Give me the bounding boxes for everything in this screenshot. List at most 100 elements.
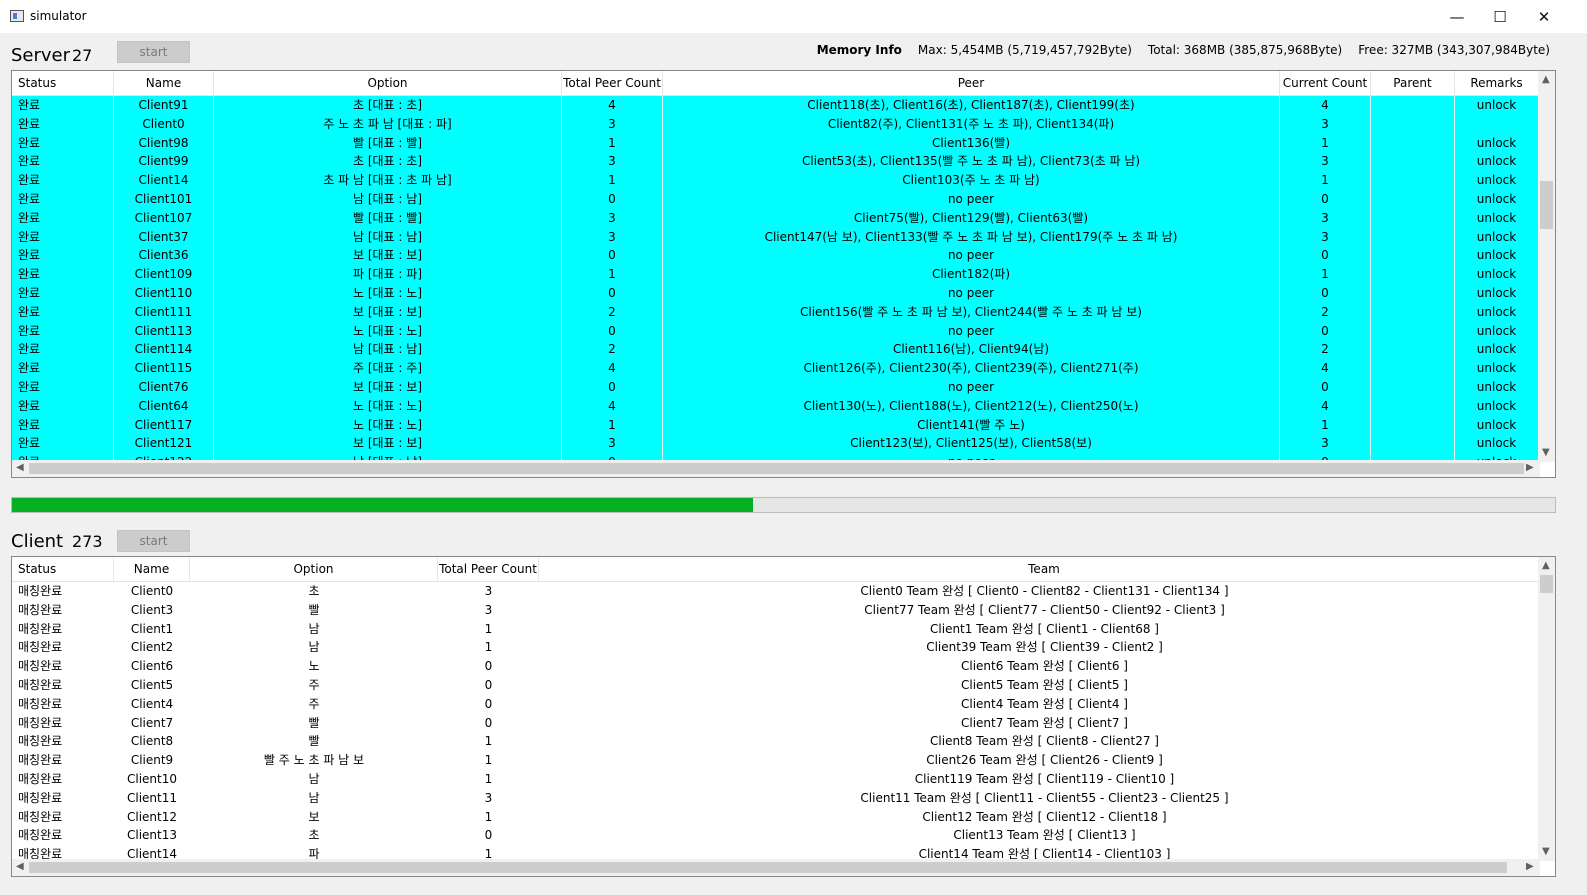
table-row[interactable]: 완료 Client99 초 [대표 : 초] 3 Client53(초), Client… [12,152,1539,172]
table-row[interactable]: 완료 Client107 빨 [대표 : 빨] 3 Client75(빨), Clien… [12,208,1539,228]
client-col-header[interactable]: Status [12,557,114,581]
table-row[interactable]: 완료 Client76 보 [대표 : 보] 0 no peer 0 unlock [12,377,1539,397]
table-cell: 초 [대표 : 초] [214,96,562,115]
table-cell: 초 [대표 : 초] [214,152,562,172]
table-cell: 노 [대표 : 노] [214,321,562,341]
table-cell: unlock [1455,152,1539,172]
client-vscroll-thumb[interactable] [1540,575,1553,593]
server-col-header[interactable]: Peer [663,71,1280,95]
table-row[interactable]: 매칭완료 Client10 남 1 Client119 Team 완성 [ Client… [12,770,1550,789]
server-col-header[interactable]: Option [214,71,562,95]
server-vertical-scrollbar[interactable]: ▲ ▼ [1538,71,1555,462]
table-cell: 완료 [12,321,114,341]
table-cell: 남 [대표 : 남] [214,340,562,360]
server-col-header[interactable]: Remarks [1455,71,1539,95]
table-cell: 2 [562,302,663,322]
table-row[interactable]: 매칭완료 Client7 빨 0 Client7 Team 완성 [ Client7 ] [12,714,1550,733]
table-cell: 0 [1280,189,1371,209]
client-table[interactable]: Status Name Option Total Peer Count Team 매칭완… [11,556,1556,877]
table-row[interactable]: 매칭완료 Client3 빨 3 Client77 Team 완성 [ Client77… [12,601,1550,620]
client-start-button[interactable]: start [117,530,190,552]
close-button[interactable]: ✕ [1521,0,1567,33]
scroll-left-icon[interactable]: ◀ [16,861,24,872]
table-cell: Client4 Team 완성 [ Client4 ] [961,696,1128,711]
table-cell: Client113 [114,321,214,341]
maximize-button[interactable]: ☐ [1477,0,1523,33]
table-row[interactable]: 매칭완료 Client8 빨 1 Client8 Team 완성 [ Client8 -… [12,732,1550,751]
client-col-header[interactable]: Total Peer Count [438,557,539,581]
table-cell: 3 [562,208,663,228]
table-cell: unlock [1455,340,1539,360]
client-vertical-scrollbar[interactable]: ▲ ▼ [1538,557,1555,861]
table-cell: 1 [1280,171,1371,190]
table-row[interactable]: 완료 Client113 노 [대표 : 노] 0 no peer 0 unlock [12,321,1539,341]
scroll-right-icon[interactable]: ▶ [1526,462,1534,473]
table-row[interactable]: 매칭완료 Client12 보 1 Client12 Team 완성 [ Client1… [12,808,1550,827]
table-row[interactable]: 매칭완료 Client13 초 0 Client13 Team 완성 [ Client1… [12,826,1550,845]
table-row[interactable]: 완료 Client121 보 [대표 : 보] 3 Client123(보), Clie… [12,434,1539,454]
table-row[interactable]: 완료 Client101 남 [대표 : 남] 0 no peer 0 unlock [12,189,1539,209]
table-row[interactable]: 완료 Client91 초 [대표 : 초] 4 Client118(초), Clien… [12,96,1539,115]
table-cell: 남 [대표 : 남] [214,227,562,247]
table-row[interactable]: 완료 Client110 노 [대표 : 노] 0 no peer 0 unlock [12,283,1539,303]
client-col-header[interactable]: Name [114,557,190,581]
client-col-header[interactable]: Option [190,557,438,581]
server-hscroll-thumb[interactable] [29,463,1524,474]
scroll-left-icon[interactable]: ◀ [16,462,24,473]
table-row[interactable]: 매칭완료 Client11 남 3 Client11 Team 완성 [ Client1… [12,789,1550,808]
server-start-button[interactable]: start [117,41,190,63]
server-col-header[interactable]: Total Peer Count [562,71,663,95]
table-cell: 3 [484,602,493,617]
table-cell: Client2 [130,640,174,655]
client-hscroll-thumb[interactable] [29,862,1507,873]
table-row[interactable]: 완료 Client98 빨 [대표 : 빨] 1 Client136(빨) 1 unlock [12,133,1539,153]
table-cell: Client13 Team 완성 [ Client13 ] [953,828,1136,843]
scroll-down-icon[interactable]: ▼ [1542,846,1550,857]
server-col-header[interactable]: Name [114,71,214,95]
table-row[interactable]: 완료 Client36 보 [대표 : 보] 0 no peer 0 unlock [12,246,1539,266]
table-cell: 매칭완료 [18,828,63,843]
minimize-button[interactable]: — [1434,0,1480,33]
table-row[interactable]: 매칭완료 Client6 노 0 Client6 Team 완성 [ Client6 ] [12,657,1550,676]
table-row[interactable]: 매칭완료 Client0 초 3 Client0 Team 완성 [ Client0 -… [12,582,1550,601]
table-cell: Client26 Team 완성 [ Client26 - Client9 ] [926,753,1163,768]
table-cell: Client0 [130,584,174,598]
table-cell: 남 [308,621,320,636]
table-cell: 매칭완료 [18,584,63,598]
table-cell: Client6 [130,659,174,674]
client-horizontal-scrollbar[interactable]: ◀ ▶ [12,859,1540,876]
table-row[interactable]: 완료 Client0 주 노 초 파 남 [대표 : 파] 3 Client82(주),… [12,114,1539,134]
table-row[interactable]: 매칭완료 Client5 주 0 Client5 Team 완성 [ Client5 ] [12,676,1550,695]
table-row[interactable]: 완료 Client37 남 [대표 : 남] 3 Client147(남 보), Cli… [12,227,1539,247]
table-cell: 4 [1280,96,1371,115]
client-col-header[interactable]: Team [539,557,1550,581]
table-cell: 노 [대표 : 노] [214,396,562,416]
server-vscroll-thumb[interactable] [1540,181,1553,229]
server-table[interactable]: Status Name Option Total Peer Count Peer Curr… [11,70,1556,478]
table-row[interactable]: 매칭완료 Client1 남 1 Client1 Team 완성 [ Client1 -… [12,620,1550,639]
scroll-up-icon[interactable]: ▲ [1542,560,1550,571]
table-cell [1371,114,1455,134]
server-col-header[interactable]: Parent [1371,71,1455,95]
scroll-right-icon[interactable]: ▶ [1526,861,1534,872]
server-col-header[interactable]: Status [12,71,114,95]
table-cell: 빨 [대표 : 빨] [214,208,562,228]
table-cell: 4 [1280,359,1371,378]
server-col-header[interactable]: Current Count [1280,71,1371,95]
table-row[interactable]: 완료 Client111 보 [대표 : 보] 2 Client156(빨 주 노 초 … [12,302,1539,322]
table-row[interactable]: 완료 Client14 초 파 남 [대표 : 초 파 남] 1 Client103(주… [12,171,1539,190]
table-cell: Client4 [130,696,174,711]
table-cell: 보 [대표 : 보] [214,246,562,266]
table-row[interactable]: 완료 Client64 노 [대표 : 노] 4 Client130(노), Clien… [12,396,1539,416]
scroll-up-icon[interactable]: ▲ [1542,74,1550,85]
table-row[interactable]: 완료 Client115 주 [대표 : 주] 4 Client126(주), Clie… [12,359,1539,378]
table-row[interactable]: 매칭완료 Client4 주 0 Client4 Team 완성 [ Client4 ] [12,695,1550,714]
server-horizontal-scrollbar[interactable]: ◀ ▶ [12,460,1540,477]
table-row[interactable]: 매칭완료 Client2 남 1 Client39 Team 완성 [ Client39… [12,638,1550,657]
table-row[interactable]: 완료 Client117 노 [대표 : 노] 1 Client141(빨 주 노) 1 u… [12,415,1539,435]
table-cell: Client182(파) [663,265,1280,284]
table-row[interactable]: 매칭완료 Client9 빨 주 노 초 파 남 보 1 Client26 Team 완… [12,751,1550,770]
scroll-down-icon[interactable]: ▼ [1542,447,1550,458]
table-row[interactable]: 완료 Client109 파 [대표 : 파] 1 Client182(파) 1 unloc… [12,265,1539,284]
table-row[interactable]: 완료 Client114 남 [대표 : 남] 2 Client116(남), Clie… [12,340,1539,360]
